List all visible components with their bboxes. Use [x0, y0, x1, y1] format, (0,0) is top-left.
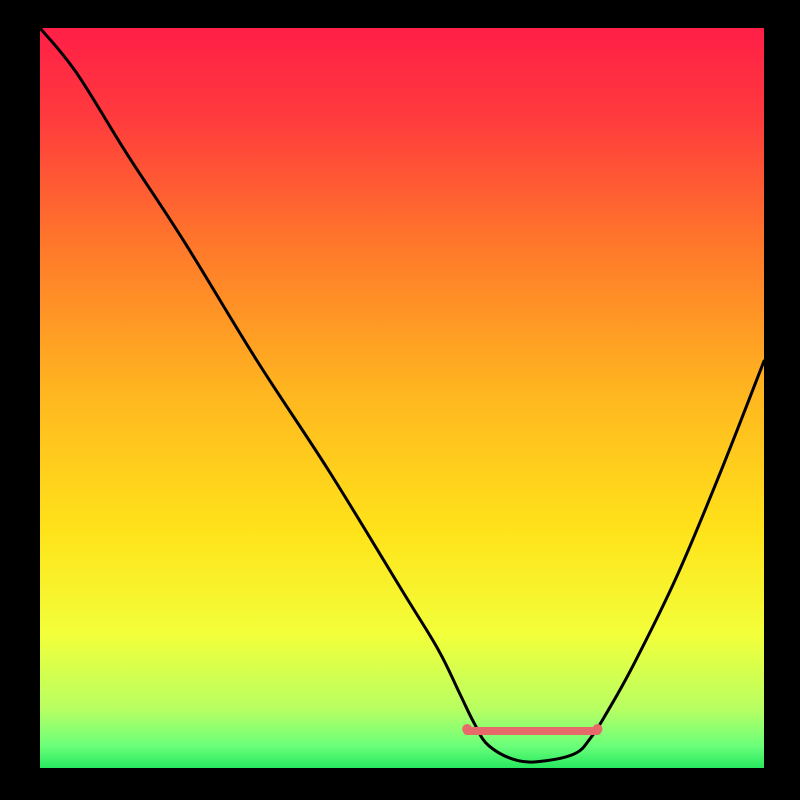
frame-bottom — [0, 768, 800, 800]
frame-top — [0, 0, 800, 28]
chart-svg — [0, 0, 800, 800]
chart-root: TheBottleneck.com — [0, 0, 800, 800]
frame-left — [0, 0, 40, 800]
frame-right — [764, 0, 800, 800]
plot-area — [40, 28, 764, 768]
